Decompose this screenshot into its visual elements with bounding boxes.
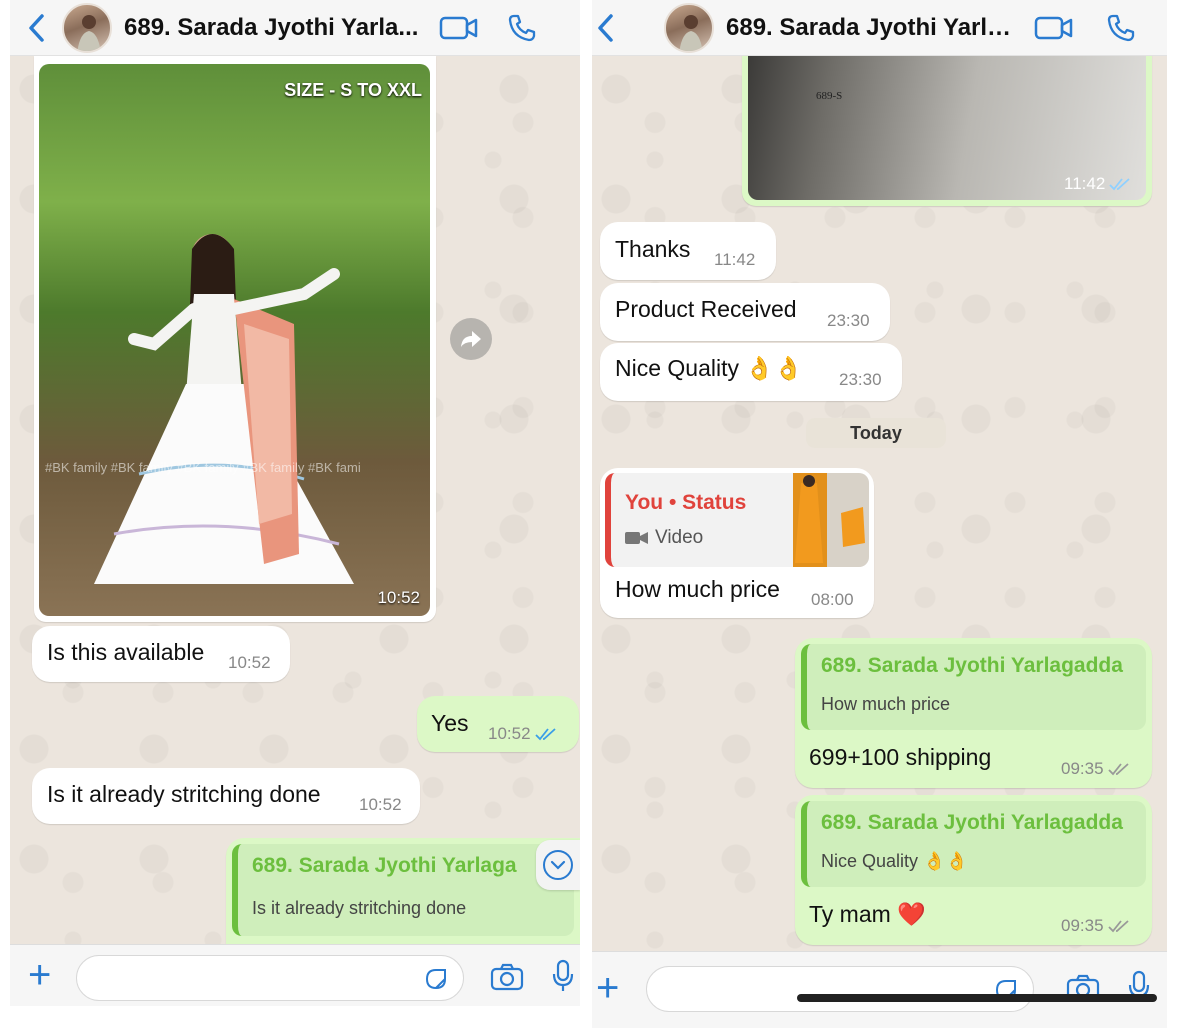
status-type-label: Video xyxy=(655,527,704,548)
message-text: Yes xyxy=(431,710,469,736)
plus-icon: + xyxy=(28,953,52,997)
video-label: 689-S xyxy=(816,90,843,102)
message-text: Thanks xyxy=(615,236,691,262)
quoted-sender: 689. Sarada Jyothi Yarlagadda xyxy=(821,654,1123,677)
phone-icon xyxy=(508,14,536,41)
quoted-message[interactable]: 689. Sarada Jyothi Yarlagadda How much p… xyxy=(801,644,1146,730)
status-thumbnail xyxy=(793,473,869,567)
home-indicator xyxy=(797,994,1157,1002)
message-time: 10:52 xyxy=(359,795,402,814)
message-time: 09:35 xyxy=(1061,759,1104,778)
outgoing-reply-message[interactable]: 689. Sarada Jyothi Yarlagadda Nice Quali… xyxy=(795,795,1152,945)
message-time: 23:30 xyxy=(827,311,870,330)
message-time: 08:00 xyxy=(811,590,854,609)
voice-call-button[interactable] xyxy=(507,13,537,43)
avatar[interactable] xyxy=(664,2,714,53)
incoming-message[interactable]: Nice Quality 👌👌 23:30 xyxy=(600,343,902,401)
forward-button[interactable] xyxy=(450,318,492,360)
message-meta: 09:35 xyxy=(1061,916,1130,936)
chat-header: 689. Sarada Jyothi Yarla... xyxy=(10,0,580,56)
message-meta: 11:42 xyxy=(1064,174,1131,194)
double-check-icon xyxy=(1107,920,1129,933)
double-check-icon xyxy=(1109,178,1130,191)
quoted-text: Nice Quality 👌👌 xyxy=(821,851,968,871)
message-text: Is it already stritching done xyxy=(47,781,321,807)
outgoing-message[interactable]: Yes 10:52 xyxy=(417,696,579,752)
video-thumbnail[interactable]: 689-S 11:42 xyxy=(748,52,1146,200)
message-text: How much price xyxy=(615,576,780,602)
photo-watermark: #BK family #BK family #BK family #BK fam… xyxy=(45,460,361,475)
message-input[interactable] xyxy=(646,966,1034,1012)
back-button[interactable] xyxy=(592,0,618,56)
video-call-button[interactable] xyxy=(439,15,479,41)
photo-time: 10:52 xyxy=(377,588,420,607)
incoming-message[interactable]: Product Received 23:30 xyxy=(600,283,890,341)
scroll-down-icon xyxy=(543,850,573,880)
status-type: Video xyxy=(625,527,703,549)
incoming-message[interactable]: Thanks 11:42 xyxy=(600,222,776,280)
phone-icon xyxy=(1107,14,1135,41)
quoted-message[interactable]: 689. Sarada Jyothi Yarlagadda Nice Quali… xyxy=(801,801,1146,887)
composer-bar: + xyxy=(10,944,580,1006)
message-text: 699+100 shipping xyxy=(809,744,992,770)
left-chat-screen: 689. Sarada Jyothi Yarla... SIZE - S TO … xyxy=(10,0,580,1028)
mic-icon[interactable] xyxy=(552,959,574,993)
outgoing-reply-message[interactable]: 689. Sarada Jyothi Yarlagadda How much p… xyxy=(795,638,1152,788)
incoming-message[interactable]: Is this available 10:52 xyxy=(32,626,290,682)
message-time: 10:52 xyxy=(488,724,531,743)
quoted-sender: 689. Sarada Jyothi Yarlagadda xyxy=(821,811,1123,834)
message-input[interactable] xyxy=(76,955,464,1001)
message-time: 11:42 xyxy=(1064,174,1106,193)
status-author: You • Status xyxy=(625,491,747,514)
video-call-button[interactable] xyxy=(1034,15,1074,41)
attach-button[interactable]: + xyxy=(596,968,619,1008)
message-meta: 10:52 xyxy=(488,724,557,744)
scroll-down-button[interactable] xyxy=(536,840,580,890)
chevron-left-icon xyxy=(598,13,613,42)
quoted-status[interactable]: You • Status Video xyxy=(605,473,869,567)
message-text: Is this available xyxy=(47,639,205,665)
attach-button[interactable]: + xyxy=(28,955,51,995)
contact-name[interactable]: 689. Sarada Jyothi Yarla... xyxy=(726,14,1016,42)
outgoing-reply-message[interactable]: 689. Sarada Jyothi Yarlaga Is it already… xyxy=(226,838,580,944)
back-button[interactable] xyxy=(10,0,62,56)
message-time: 10:52 xyxy=(228,653,271,672)
forward-icon xyxy=(461,331,481,347)
message-time: 11:42 xyxy=(714,250,756,269)
chat-header: 689. Sarada Jyothi Yarla... xyxy=(592,0,1167,56)
message-meta: 09:35 xyxy=(1061,759,1130,779)
double-check-icon xyxy=(1107,763,1129,776)
video-icon xyxy=(625,532,648,544)
contact-name[interactable]: 689. Sarada Jyothi Yarla... xyxy=(124,14,419,42)
message-text: Ty mam ❤️ xyxy=(809,901,926,927)
photo-caption-size: SIZE - S TO XXL xyxy=(284,80,422,100)
message-time: 09:35 xyxy=(1061,916,1104,935)
sticker-icon[interactable] xyxy=(423,966,449,992)
incoming-message[interactable]: Is it already stritching done 10:52 xyxy=(32,768,420,824)
message-text: Nice Quality 👌👌 xyxy=(615,355,803,381)
voice-call-button[interactable] xyxy=(1106,13,1136,43)
quoted-text: Is it already stritching done xyxy=(252,898,467,918)
message-text: Product Received xyxy=(615,296,797,322)
composer-bar: + xyxy=(592,951,1167,1028)
day-separator: Today xyxy=(806,418,946,448)
avatar[interactable] xyxy=(62,2,112,53)
quoted-message[interactable]: 689. Sarada Jyothi Yarlaga Is it already… xyxy=(232,844,574,936)
dress-illustration xyxy=(94,234,354,584)
camera-icon[interactable] xyxy=(490,963,524,991)
product-photo[interactable]: SIZE - S TO XXL #BK family #BK family #B… xyxy=(39,64,430,616)
video-call-icon xyxy=(439,16,478,39)
incoming-status-reply[interactable]: You • Status Video How much price 08:00 xyxy=(600,468,874,618)
chevron-left-icon xyxy=(29,13,44,42)
video-call-icon xyxy=(1034,16,1073,39)
double-check-icon xyxy=(534,728,556,741)
quoted-text: How much price xyxy=(821,694,951,714)
quoted-sender: 689. Sarada Jyothi Yarlaga xyxy=(252,854,517,877)
message-time: 23:30 xyxy=(839,370,882,389)
plus-icon: + xyxy=(596,966,620,1010)
right-chat-screen: 689. Sarada Jyothi Yarla... 689-S 11:42 … xyxy=(592,0,1167,1028)
